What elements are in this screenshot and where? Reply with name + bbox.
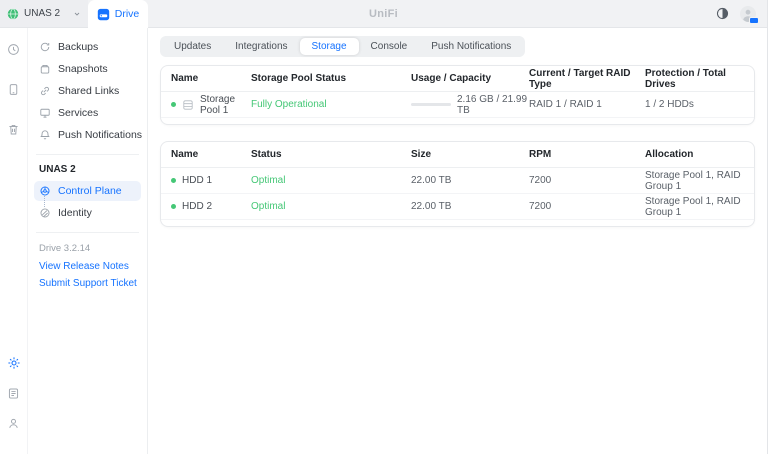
theme-toggle-button[interactable] bbox=[716, 7, 729, 20]
drive-allocation: Storage Pool 1, RAID Group 1 bbox=[645, 196, 744, 218]
trash-icon[interactable] bbox=[5, 120, 23, 138]
chevron-down-icon bbox=[73, 10, 81, 18]
table-header: Name Storage Pool Status Usage / Capacit… bbox=[161, 66, 754, 92]
sidebar-item-label: Backups bbox=[58, 41, 98, 53]
sidebar-item-label: Services bbox=[58, 107, 98, 119]
col-allocation: Allocation bbox=[645, 149, 744, 160]
topbar-actions bbox=[716, 0, 767, 27]
tab-push-notifications[interactable]: Push Notifications bbox=[419, 38, 523, 55]
table-row[interactable]: Storage Pool 1 Fully Operational 2.16 GB… bbox=[161, 92, 754, 118]
shell: Backups Snapshots Shared Links Services bbox=[0, 28, 767, 454]
drive-size: 22.00 TB bbox=[411, 175, 529, 186]
col-name: Name bbox=[171, 73, 251, 84]
contrast-icon bbox=[716, 7, 729, 20]
sidebar-item-label: Identity bbox=[58, 207, 92, 219]
storage-pool-table: Name Storage Pool Status Usage / Capacit… bbox=[160, 65, 755, 125]
backups-icon bbox=[39, 41, 51, 53]
bell-icon bbox=[39, 129, 51, 141]
identity-icon bbox=[39, 207, 51, 219]
col-protection: Protection / Total Drives bbox=[645, 68, 744, 90]
drives-table: Name Status Size RPM Allocation HDD 1 Op… bbox=[160, 141, 755, 227]
sidebar-item-label: Shared Links bbox=[58, 85, 119, 97]
table-header: Name Status Size RPM Allocation bbox=[161, 142, 754, 168]
device-switcher[interactable]: UNAS 2 bbox=[0, 0, 88, 27]
drive-status: Optimal bbox=[251, 175, 411, 186]
app-tab-label: Drive bbox=[115, 8, 140, 20]
device-icon[interactable] bbox=[5, 80, 23, 98]
services-icon bbox=[39, 107, 51, 119]
tab-console[interactable]: Console bbox=[359, 38, 420, 55]
storage-pool-icon bbox=[182, 99, 194, 111]
pool-status: Fully Operational bbox=[251, 99, 411, 110]
sidebar-item-identity[interactable]: Identity bbox=[34, 203, 141, 223]
drive-status: Optimal bbox=[251, 201, 411, 212]
drive-name: HDD 1 bbox=[182, 175, 212, 186]
col-pool-status: Storage Pool Status bbox=[251, 73, 411, 84]
status-dot bbox=[171, 102, 176, 107]
sidebar-section-label: UNAS 2 bbox=[34, 162, 141, 181]
activity-icon[interactable] bbox=[5, 40, 23, 58]
table-row[interactable]: HDD 1 Optimal 22.00 TB 7200 Storage Pool… bbox=[161, 168, 754, 194]
sidebar-item-push-notifications[interactable]: Push Notifications bbox=[34, 125, 141, 145]
drive-name: HDD 2 bbox=[182, 201, 212, 212]
sidebar-item-shared-links[interactable]: Shared Links bbox=[34, 81, 141, 101]
drive-size: 22.00 TB bbox=[411, 201, 529, 212]
device-name: UNAS 2 bbox=[24, 8, 60, 19]
sidebar: Backups Snapshots Shared Links Services bbox=[28, 28, 148, 454]
release-notes-link[interactable]: View Release Notes bbox=[34, 258, 141, 275]
drive-rpm: 7200 bbox=[529, 201, 645, 212]
sidebar-item-backups[interactable]: Backups bbox=[34, 37, 141, 57]
app-version: Drive 3.2.14 bbox=[34, 240, 141, 258]
logs-icon[interactable] bbox=[5, 384, 23, 402]
app-window: UNAS 2 Drive UniFi bbox=[0, 0, 768, 454]
sidebar-item-snapshots[interactable]: Snapshots bbox=[34, 59, 141, 79]
support-ticket-link[interactable]: Submit Support Ticket bbox=[34, 275, 141, 292]
app-tab-drive[interactable]: Drive bbox=[88, 0, 148, 28]
sidebar-divider bbox=[36, 154, 139, 155]
topbar: UNAS 2 Drive UniFi bbox=[0, 0, 767, 28]
col-name: Name bbox=[171, 149, 251, 160]
tree-connector bbox=[44, 196, 45, 207]
status-dot bbox=[171, 178, 176, 183]
sidebar-item-label: Snapshots bbox=[58, 63, 108, 75]
table-row[interactable]: HDD 2 Optimal 22.00 TB 7200 Storage Pool… bbox=[161, 194, 754, 220]
usage-label: 2.16 GB / 21.99 TB bbox=[457, 94, 529, 116]
snapshots-icon bbox=[39, 63, 51, 75]
protection-drives: 1 / 2 HDDs bbox=[645, 99, 744, 110]
sidebar-item-label: Control Plane bbox=[58, 185, 122, 197]
shared-links-icon bbox=[39, 85, 51, 97]
status-dot bbox=[171, 204, 176, 209]
col-rpm: RPM bbox=[529, 149, 645, 160]
sidebar-item-control-plane[interactable]: Control Plane bbox=[34, 181, 141, 201]
main-content: Updates Integrations Storage Console Pus… bbox=[148, 28, 767, 454]
col-usage-capacity: Usage / Capacity bbox=[411, 73, 529, 84]
usage-capacity-cell: 2.16 GB / 21.99 TB bbox=[411, 94, 529, 116]
col-status: Status bbox=[251, 149, 411, 160]
col-raid-type: Current / Target RAID Type bbox=[529, 68, 645, 90]
sidebar-item-label: Push Notifications bbox=[58, 129, 142, 141]
tab-updates[interactable]: Updates bbox=[162, 38, 223, 55]
raid-type: RAID 1 / RAID 1 bbox=[529, 99, 645, 110]
settings-gear-icon[interactable] bbox=[5, 354, 23, 372]
icon-rail bbox=[0, 28, 28, 454]
sidebar-item-services[interactable]: Services bbox=[34, 103, 141, 123]
drive-allocation: Storage Pool 1, RAID Group 1 bbox=[645, 170, 744, 192]
tab-storage[interactable]: Storage bbox=[300, 38, 359, 55]
col-size: Size bbox=[411, 149, 529, 160]
unifi-os-badge bbox=[749, 17, 759, 24]
pool-name: Storage Pool 1 bbox=[200, 94, 251, 116]
drive-rpm: 7200 bbox=[529, 175, 645, 186]
tab-integrations[interactable]: Integrations bbox=[223, 38, 299, 55]
user-avatar[interactable] bbox=[740, 6, 756, 22]
sidebar-divider bbox=[36, 232, 139, 233]
control-plane-icon bbox=[39, 185, 51, 197]
globe-icon bbox=[7, 8, 19, 20]
drive-app-icon bbox=[97, 8, 110, 21]
admins-icon[interactable] bbox=[5, 414, 23, 432]
settings-tabs: Updates Integrations Storage Console Pus… bbox=[160, 36, 525, 57]
usage-progress-bar bbox=[411, 103, 451, 106]
